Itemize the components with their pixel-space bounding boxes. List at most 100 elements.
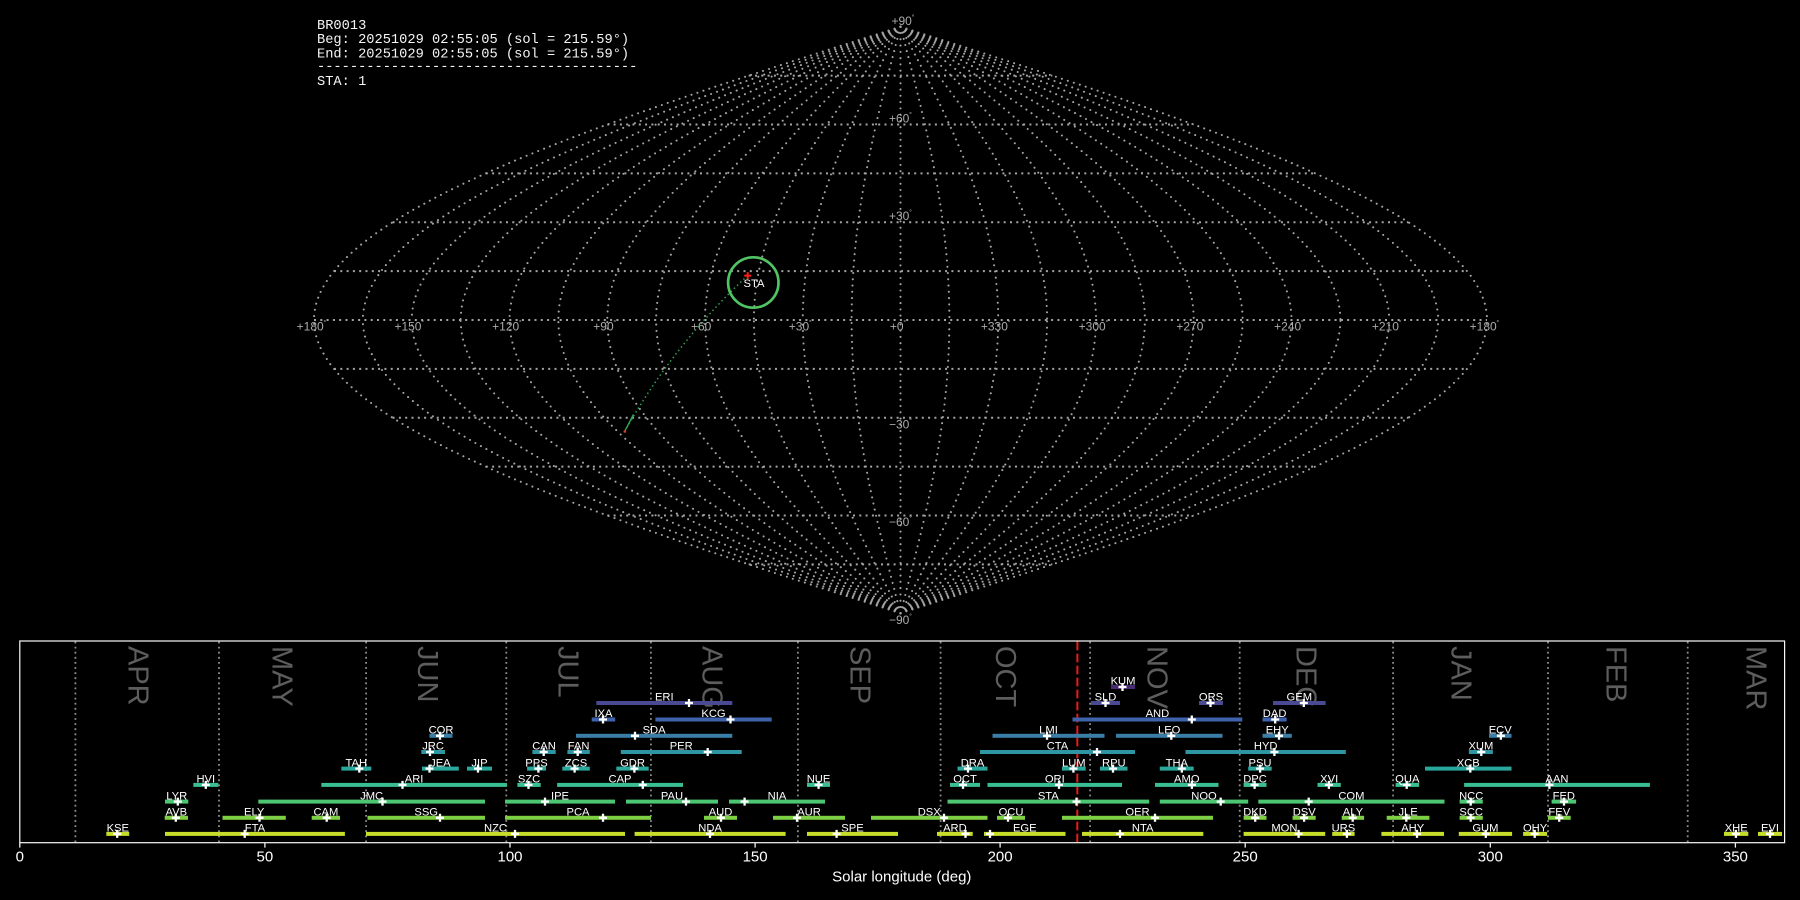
svg-text:OCU: OCU	[999, 807, 1024, 819]
svg-text:PCA: PCA	[566, 807, 590, 819]
svg-text:ALY: ALY	[1343, 807, 1364, 819]
svg-text:FED: FED	[1553, 790, 1575, 802]
svg-text:AMO: AMO	[1174, 774, 1200, 786]
svg-text:+300˚: +300˚	[1079, 320, 1109, 334]
svg-text:------------------------------: ---------------------------------------	[317, 60, 637, 75]
svg-text:FTA: FTA	[245, 823, 266, 835]
svg-text:−30˚: −30˚	[889, 417, 912, 431]
svg-text:AND: AND	[1146, 708, 1170, 720]
svg-text:100: 100	[497, 849, 522, 866]
svg-text:MAY: MAY	[265, 646, 297, 707]
svg-text:NDA: NDA	[698, 823, 722, 835]
svg-text:MAR: MAR	[1740, 646, 1772, 710]
svg-text:XCB: XCB	[1457, 757, 1480, 769]
svg-text:STA: 1: STA: 1	[317, 75, 366, 90]
svg-text:EVI: EVI	[1761, 823, 1779, 835]
svg-text:AAN: AAN	[1545, 774, 1568, 786]
svg-text:JAN: JAN	[1445, 646, 1477, 701]
svg-text:+30˚: +30˚	[889, 209, 912, 223]
svg-text:AUR: AUR	[797, 807, 821, 819]
svg-text:NOO: NOO	[1191, 790, 1217, 802]
svg-text:ORS: ORS	[1199, 692, 1223, 704]
svg-text:JMC: JMC	[360, 790, 383, 802]
svg-text:+60˚: +60˚	[889, 111, 912, 125]
svg-text:DKD: DKD	[1243, 807, 1267, 819]
svg-text:SLD: SLD	[1095, 692, 1117, 704]
svg-text:350: 350	[1723, 849, 1748, 866]
svg-text:KUM: KUM	[1111, 676, 1136, 688]
svg-text:+120˚: +120˚	[492, 320, 522, 334]
svg-text:NUE: NUE	[807, 774, 831, 786]
svg-text:CTA: CTA	[1047, 741, 1069, 753]
svg-text:+60˚: +60˚	[691, 320, 714, 334]
svg-text:HYD: HYD	[1254, 741, 1278, 753]
svg-text:FEV: FEV	[1548, 807, 1570, 819]
svg-text:JUN: JUN	[411, 646, 443, 702]
svg-text:XHE: XHE	[1725, 823, 1748, 835]
svg-text:ZCS: ZCS	[565, 757, 587, 769]
svg-text:PSU: PSU	[1248, 757, 1271, 769]
svg-text:EGE: EGE	[1013, 823, 1037, 835]
svg-text:COM: COM	[1338, 790, 1364, 802]
svg-text:IPE: IPE	[551, 790, 569, 802]
svg-text:+180˚: +180˚	[1470, 320, 1500, 334]
svg-text:MON: MON	[1271, 823, 1297, 835]
svg-text:XUM: XUM	[1468, 741, 1493, 753]
svg-text:NZC: NZC	[484, 823, 507, 835]
svg-text:+270˚: +270˚	[1176, 320, 1206, 334]
svg-text:AUD: AUD	[709, 807, 733, 819]
svg-text:HVI: HVI	[196, 774, 215, 786]
svg-text:CAM: CAM	[313, 807, 338, 819]
svg-text:NOV: NOV	[1141, 646, 1173, 710]
svg-text:SSG: SSG	[414, 807, 438, 819]
svg-text:URS: URS	[1332, 823, 1356, 835]
svg-text:SEP: SEP	[844, 646, 876, 704]
svg-text:150: 150	[743, 849, 768, 866]
svg-text:JRC: JRC	[422, 741, 444, 753]
svg-text:+150˚: +150˚	[394, 320, 424, 334]
svg-text:50: 50	[257, 849, 274, 866]
svg-text:LYR: LYR	[166, 790, 187, 802]
svg-text:+30˚: +30˚	[789, 320, 812, 334]
svg-text:ELY: ELY	[244, 807, 265, 819]
svg-text:TAH: TAH	[346, 757, 368, 769]
svg-text:Solar longitude (deg): Solar longitude (deg)	[832, 869, 971, 886]
svg-text:JUL: JUL	[552, 646, 584, 698]
svg-text:LMI: LMI	[1039, 725, 1058, 737]
svg-text:AVB: AVB	[166, 807, 188, 819]
svg-text:NTA: NTA	[1132, 823, 1154, 835]
svg-text:CAN: CAN	[532, 741, 556, 753]
svg-text:THA: THA	[1166, 757, 1189, 769]
svg-text:DSX: DSX	[918, 807, 942, 819]
svg-text:CAP: CAP	[608, 774, 631, 786]
svg-text:+210˚: +210˚	[1372, 320, 1402, 334]
svg-text:ARD: ARD	[943, 823, 967, 835]
svg-text:+240˚: +240˚	[1274, 320, 1304, 334]
svg-text:APR: APR	[122, 646, 154, 706]
svg-text:NCC: NCC	[1459, 790, 1483, 802]
svg-text:GEM: GEM	[1287, 692, 1312, 704]
svg-text:OER: OER	[1125, 807, 1149, 819]
svg-text:200: 200	[988, 849, 1013, 866]
svg-text:ERI: ERI	[655, 692, 674, 704]
svg-text:FEB: FEB	[1600, 646, 1632, 702]
svg-text:PAU: PAU	[661, 790, 683, 802]
svg-text:−60˚: −60˚	[889, 515, 912, 529]
svg-text:SCC: SCC	[1459, 807, 1483, 819]
svg-text:LUM: LUM	[1062, 757, 1086, 769]
svg-text:Beg: 20251029 02:55:05 (sol =: Beg: 20251029 02:55:05 (sol = 215.59°)	[317, 33, 629, 48]
svg-text:COR: COR	[429, 725, 454, 737]
svg-text:AHY: AHY	[1401, 823, 1425, 835]
svg-text:+180˚: +180˚	[297, 320, 327, 334]
svg-text:BR0013: BR0013	[317, 19, 366, 34]
svg-text:EHY: EHY	[1266, 725, 1290, 737]
svg-text:XVI: XVI	[1320, 774, 1338, 786]
svg-text:SPE: SPE	[841, 823, 863, 835]
svg-text:JIP: JIP	[471, 757, 487, 769]
svg-text:SDA: SDA	[643, 725, 667, 737]
svg-text:ARI: ARI	[405, 774, 424, 786]
svg-text:NIA: NIA	[768, 790, 787, 802]
svg-text:KSE: KSE	[107, 823, 129, 835]
svg-text:DSV: DSV	[1293, 807, 1317, 819]
svg-text:DRA: DRA	[961, 757, 985, 769]
